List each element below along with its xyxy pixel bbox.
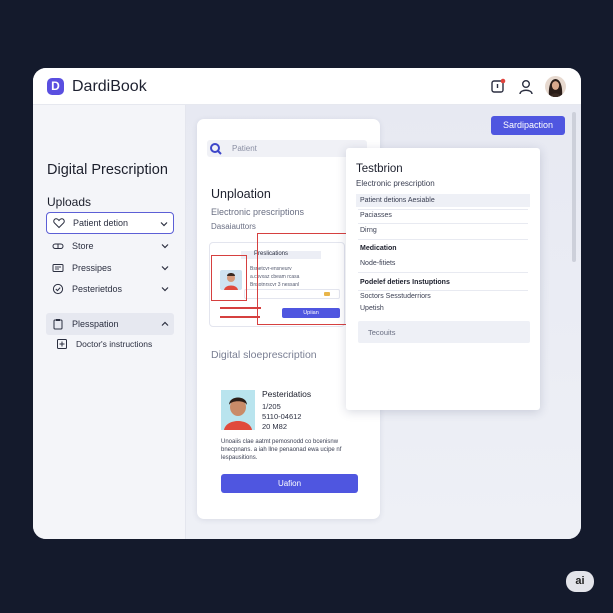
search-icon	[210, 143, 222, 155]
pill-icon	[52, 243, 64, 249]
sidebar-item-label: Patient detion	[73, 218, 129, 228]
panel-title: Testbrion	[356, 163, 403, 175]
sidebar-item-label: Doctor's instructions	[76, 339, 153, 349]
panel-row[interactable]: Patient detions Aesiable	[360, 197, 435, 204]
divider	[358, 272, 528, 273]
highlight-connector	[220, 307, 261, 309]
divider	[358, 223, 528, 224]
card-icon	[52, 264, 64, 272]
chevron-down-icon	[161, 287, 169, 292]
panel-row[interactable]: Upetish	[360, 305, 384, 312]
patient-description: Unoaiis clae aatmt pemosnodd co bcenisnw…	[221, 439, 342, 461]
sidebar-item-patient-details[interactable]: Patient detion	[46, 212, 174, 234]
card-title: Unploation	[211, 187, 271, 201]
sidebar-item-store[interactable]: Store	[46, 235, 174, 257]
panel-row[interactable]: Podelef detiers Instuptions	[360, 279, 450, 286]
sidebar-item-plesspation[interactable]: Plesspation	[46, 313, 174, 335]
sidebar-item-pesterietdos[interactable]: Pesterietdos	[46, 278, 174, 300]
search-input[interactable]	[207, 140, 367, 157]
sidebar-item-label: Pesterietdos	[72, 284, 123, 294]
highlight-box-photo	[211, 255, 247, 301]
patient-action-button[interactable]: Uafion	[221, 474, 358, 493]
heart-icon	[53, 218, 65, 229]
panel-input-placeholder: Tecouits	[368, 328, 396, 337]
search-placeholder: Patient	[232, 144, 257, 153]
section-title: Uploads	[47, 195, 92, 209]
divider	[358, 209, 528, 210]
highlight-connector	[220, 316, 260, 318]
primary-action-button[interactable]: Sardipaction	[491, 116, 565, 135]
scrollbar[interactable]	[572, 112, 576, 262]
sidebar-item-label: Pressipes	[72, 263, 112, 273]
card-subtitle-2: Dasaiauttors	[211, 222, 256, 231]
patient-meta-line: 5110-04612	[262, 412, 302, 421]
panel-row[interactable]: Soctors Sesstuderriors	[360, 293, 431, 300]
ai-badge: ai	[566, 571, 594, 592]
patient-name: Pesteridatios	[262, 389, 312, 399]
divider	[358, 239, 528, 240]
sidebar-item-doctors-instructions[interactable]: Doctor's instructions	[50, 333, 178, 355]
app-title: DardiBook	[72, 78, 147, 95]
panel-row[interactable]: Node-fitiets	[360, 260, 395, 267]
chevron-down-icon	[161, 266, 169, 271]
panel-row[interactable]: Paciasses	[360, 212, 392, 219]
patient-meta-line: 1/205	[262, 402, 281, 411]
user-icon[interactable]	[517, 78, 535, 96]
chevron-up-icon	[161, 321, 169, 326]
notification-icon[interactable]	[489, 78, 507, 96]
logo-icon: D	[47, 78, 64, 95]
sidebar-item-label: Store	[72, 241, 94, 251]
check-circle-icon	[52, 283, 64, 295]
sidebar-item-label: Plesspation	[72, 319, 119, 329]
panel-row[interactable]: Dirng	[360, 227, 377, 234]
patient-meta-line: 20 M82	[262, 422, 288, 431]
avatar[interactable]	[545, 76, 566, 97]
panel-row[interactable]: Medication	[360, 245, 397, 252]
section-label: Digital sloeprescription	[211, 349, 317, 361]
divider	[358, 290, 528, 291]
chevron-down-icon	[160, 222, 168, 227]
clipboard-icon	[53, 319, 63, 330]
sidebar-item-pressipes[interactable]: Pressipes	[46, 257, 174, 279]
patient-meta: 1/205 5110-04612 20 M82	[262, 402, 301, 432]
panel-subtitle: Electronic prescription	[356, 179, 435, 188]
card-subtitle: Electronic prescriptions	[211, 207, 305, 217]
page-title: Digital Prescription	[47, 162, 168, 178]
top-bar: D DardiBook	[33, 68, 581, 105]
plus-square-icon	[57, 339, 67, 349]
highlight-box-preview	[257, 233, 351, 325]
chevron-down-icon	[161, 244, 169, 249]
patient-photo	[221, 390, 255, 430]
